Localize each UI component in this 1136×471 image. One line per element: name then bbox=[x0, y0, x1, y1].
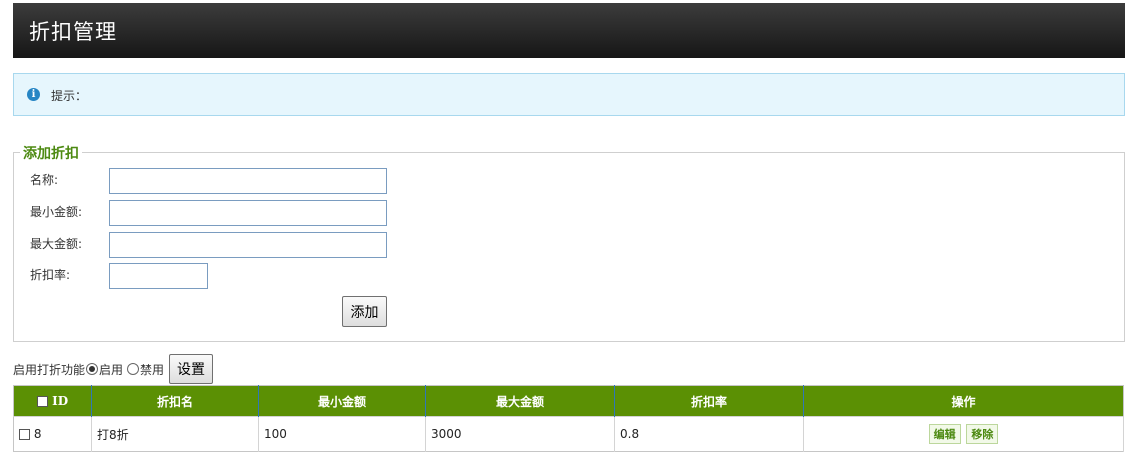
info-icon: i bbox=[27, 88, 40, 101]
cell-actions: 编辑 移除 bbox=[803, 416, 1124, 452]
header-min-amount: 最小金额 bbox=[258, 385, 426, 417]
cell-discount-rate: 0.8 bbox=[614, 416, 804, 452]
set-button[interactable]: 设置 bbox=[169, 354, 214, 384]
row-checkbox[interactable] bbox=[19, 429, 30, 440]
header-id-label: ID bbox=[52, 394, 69, 408]
header-name: 折扣名 bbox=[91, 385, 259, 417]
edit-button[interactable]: 编辑 bbox=[928, 424, 961, 444]
discount-rate-input[interactable] bbox=[109, 263, 208, 289]
disable-radio[interactable] bbox=[127, 363, 140, 375]
min-amount-input[interactable] bbox=[109, 200, 387, 226]
page-title: 折扣管理 bbox=[29, 20, 117, 44]
name-input[interactable] bbox=[109, 168, 387, 194]
discount-toggle-row: 启用打折功能 启用 禁用 设置 bbox=[13, 354, 214, 384]
cell-min-amount: 100 bbox=[258, 416, 426, 452]
page-header: 折扣管理 bbox=[13, 3, 1125, 58]
add-button[interactable]: 添加 bbox=[342, 296, 387, 327]
max-amount-input[interactable] bbox=[109, 232, 387, 258]
min-amount-label: 最小金额: bbox=[30, 205, 83, 219]
header-max-amount: 最大金额 bbox=[425, 385, 615, 417]
discount-table: ID 折扣名 最小金额 最大金额 折扣率 操作 8 打8折 100 3000 0… bbox=[13, 385, 1124, 452]
discount-rate-label: 折扣率: bbox=[30, 268, 71, 282]
disable-label: 禁用 bbox=[140, 362, 165, 377]
toggle-label: 启用打折功能 bbox=[13, 362, 86, 377]
row-id: 8 bbox=[33, 427, 42, 441]
cell-max-amount: 3000 bbox=[425, 416, 615, 452]
cell-name: 打8折 bbox=[91, 416, 259, 452]
tip-box: i 提示： bbox=[13, 73, 1125, 116]
add-discount-form: 添加折扣 名称: 最小金额: 最大金额: 折扣率: 添加 bbox=[13, 143, 1125, 342]
table-header-row: ID 折扣名 最小金额 最大金额 折扣率 操作 bbox=[13, 385, 1124, 417]
enable-label: 启用 bbox=[99, 362, 124, 377]
remove-button[interactable]: 移除 bbox=[966, 424, 999, 444]
header-actions: 操作 bbox=[803, 385, 1124, 417]
form-legend: 添加折扣 bbox=[20, 143, 82, 163]
header-discount-rate: 折扣率 bbox=[614, 385, 804, 417]
tip-text: 提示： bbox=[51, 89, 88, 103]
max-amount-label: 最大金额: bbox=[30, 237, 83, 251]
enable-radio[interactable] bbox=[86, 363, 99, 375]
table-row: 8 打8折 100 3000 0.8 编辑 移除 bbox=[13, 416, 1124, 452]
select-all-checkbox[interactable] bbox=[36, 396, 48, 407]
header-id: ID bbox=[13, 385, 92, 417]
name-label: 名称: bbox=[30, 173, 59, 187]
cell-id: 8 bbox=[13, 416, 92, 452]
